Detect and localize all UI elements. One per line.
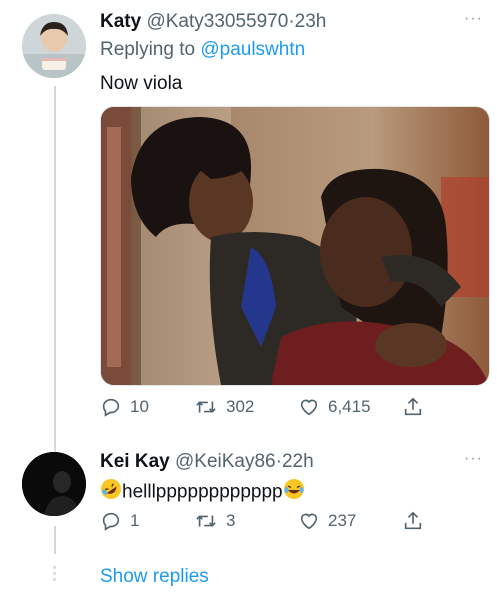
replying-prefix: Replying to (100, 39, 201, 60)
retweet-icon (194, 510, 218, 532)
share-button[interactable] (402, 396, 424, 418)
display-name[interactable]: Kei Kay (100, 451, 170, 472)
reply-icon (100, 510, 122, 532)
tweet-text-row: helllpppppppppppp (100, 478, 485, 507)
show-replies-link[interactable]: Show replies (100, 565, 209, 589)
like-count: 237 (328, 511, 357, 530)
replying-handle[interactable]: @paulswhtn (200, 39, 305, 60)
thread-line-top (54, 86, 56, 454)
reply-icon (100, 396, 122, 418)
like-count: 6,415 (328, 397, 371, 416)
avatar-keikay[interactable] (22, 452, 86, 516)
like-icon (298, 510, 320, 532)
handle[interactable]: @Katy33055970 (146, 11, 288, 32)
retweet-count: 302 (226, 397, 255, 416)
reply-button[interactable]: 10 (100, 396, 194, 418)
tweet-photo[interactable] (100, 106, 490, 386)
retweet-button[interactable]: 302 (194, 396, 298, 418)
thread-dots (52, 566, 58, 584)
like-button[interactable]: 6,415 (298, 396, 402, 418)
display-name[interactable]: Katy (100, 11, 141, 32)
timestamp[interactable]: 23h (295, 11, 327, 32)
timestamp[interactable]: 22h (282, 451, 314, 472)
tweet-text: Now viola (100, 73, 183, 94)
tweet-text: helllpppppppppppp (122, 481, 283, 503)
reply-count: 10 (130, 397, 149, 416)
share-icon (402, 510, 424, 532)
tweet-katy[interactable]: Katy @Katy33055970·23h Replying to @paul… (100, 10, 485, 96)
reply-button[interactable]: 1 (100, 510, 194, 532)
retweet-count: 3 (226, 511, 236, 530)
retweet-icon (194, 396, 218, 418)
rolling-on-floor-laughing-icon (100, 478, 122, 507)
tweet-actions: 10 302 6,415 (100, 396, 424, 418)
reply-count: 1 (130, 511, 140, 530)
like-button[interactable]: 237 (298, 510, 402, 532)
share-button[interactable] (402, 510, 424, 532)
tweet-header: Kei Kay @KeiKay86·22h (100, 450, 485, 474)
more-icon[interactable]: ··· (464, 450, 483, 468)
handle[interactable]: @KeiKay86 (175, 451, 276, 472)
thread-line-bottom (54, 526, 56, 554)
share-icon (402, 396, 424, 418)
replying-to: Replying to @paulswhtn (100, 38, 485, 62)
retweet-button[interactable]: 3 (194, 510, 298, 532)
avatar-katy[interactable] (22, 14, 86, 78)
face-with-tears-of-joy-icon (283, 478, 305, 507)
more-icon[interactable]: ··· (464, 10, 483, 28)
tweet-actions: 1 3 237 (100, 510, 424, 532)
tweet-header: Katy @Katy33055970·23h (100, 10, 485, 34)
like-icon (298, 396, 320, 418)
tweet-keikay[interactable]: Kei Kay @KeiKay86·22h helllpppppppppppp (100, 450, 485, 507)
